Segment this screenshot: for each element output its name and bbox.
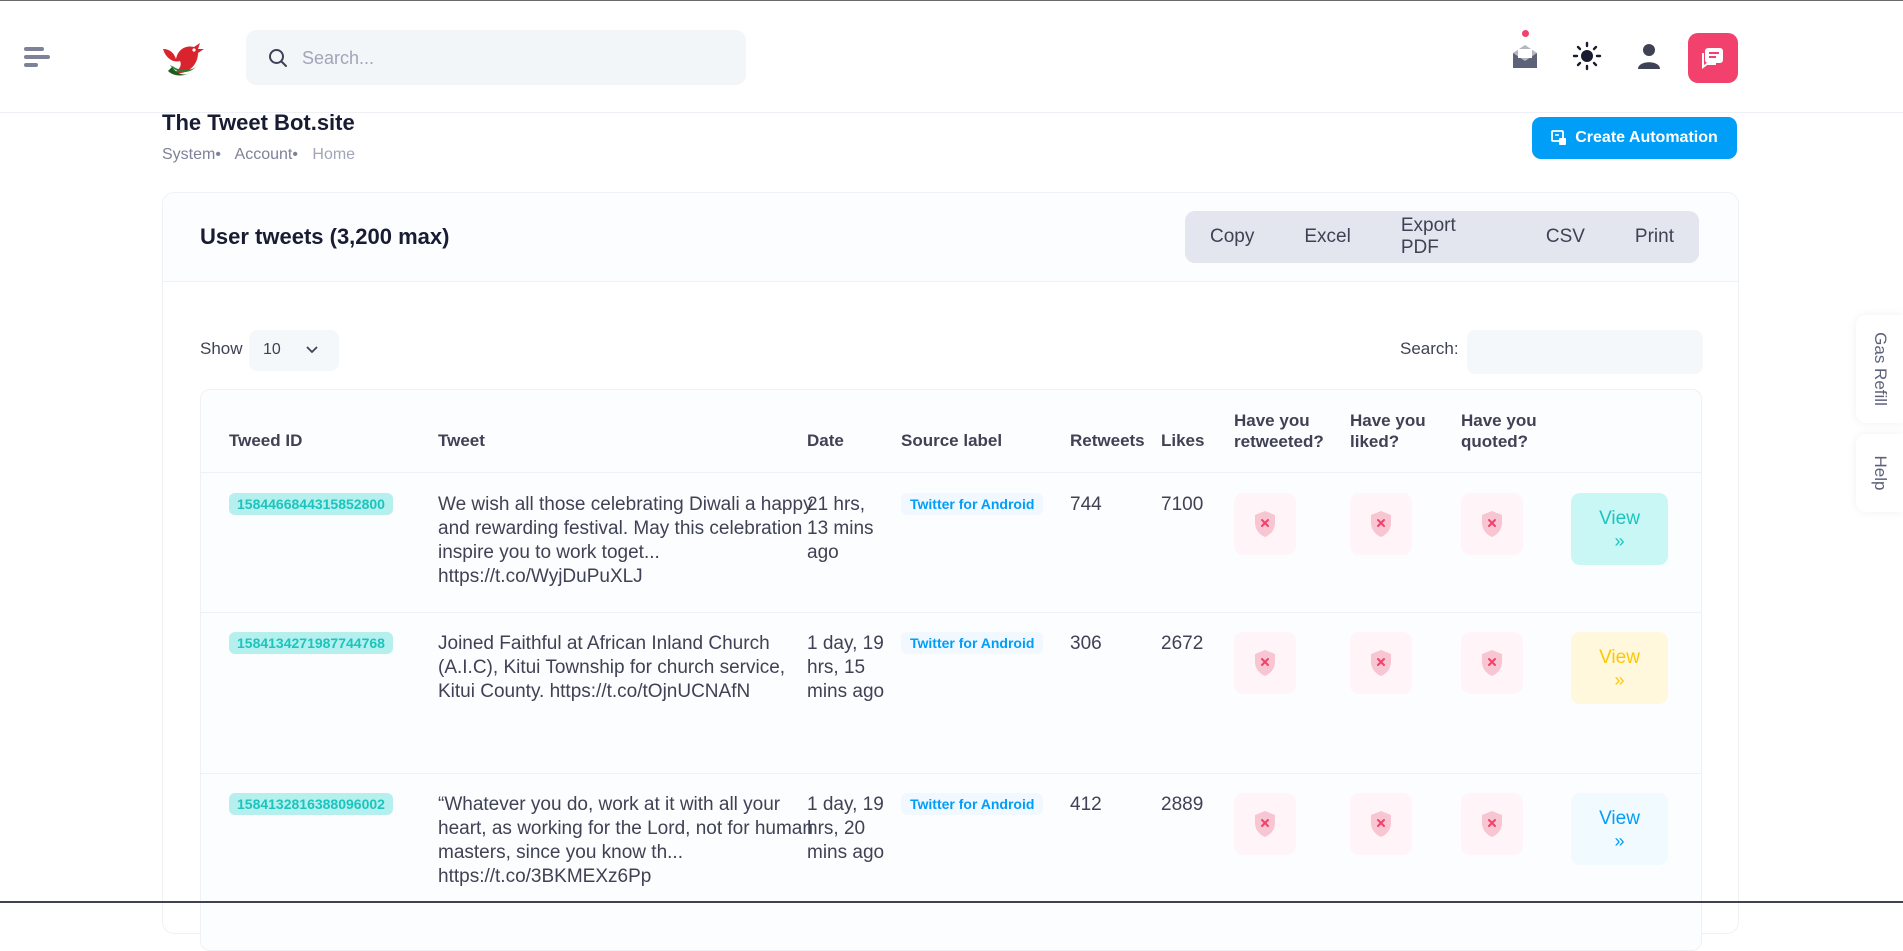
like-count: 7100 — [1161, 494, 1204, 515]
help-tab[interactable]: Help — [1856, 434, 1903, 512]
tweet-text: We wish all those celebrating Diwali a h… — [438, 494, 813, 587]
global-search[interactable] — [246, 30, 746, 87]
source-badge: Twitter for Android — [901, 632, 1044, 654]
menu-icon[interactable] — [24, 47, 50, 69]
column-header-retweets[interactable]: Retweets — [1070, 430, 1145, 451]
tweet-date: 1 day, 19 hrs, 15 mins ago — [807, 633, 885, 702]
table-row: 1584132816388096002 “Whatever you do, wo… — [201, 773, 1701, 950]
excel-button[interactable]: Excel — [1279, 226, 1375, 248]
like-count: 2672 — [1161, 633, 1204, 654]
double-chevron-right-icon: » — [1614, 531, 1625, 551]
csv-button[interactable]: CSV — [1521, 226, 1610, 248]
double-chevron-right-icon: » — [1614, 831, 1625, 851]
page-length-select[interactable]: 10 — [249, 330, 339, 371]
retweet-count: 306 — [1070, 633, 1102, 654]
not-quoted-shield-icon — [1461, 793, 1523, 855]
tweet-date: 21 hrs, 13 mins ago — [807, 494, 874, 563]
tweet-id-badge: 1584134271987744768 — [229, 632, 393, 654]
column-header-id[interactable]: Tweed ID — [229, 430, 302, 451]
tweet-date: 1 day, 19 hrs, 20 mins ago — [807, 794, 885, 863]
top-header — [0, 0, 1903, 113]
retweet-count: 412 — [1070, 794, 1102, 815]
copy-button[interactable]: Copy — [1185, 226, 1279, 248]
not-retweeted-shield-icon — [1234, 632, 1296, 694]
chat-icon — [1702, 48, 1723, 69]
not-liked-shield-icon — [1350, 632, 1412, 694]
page-length-value: 10 — [263, 341, 281, 358]
breadcrumb-system[interactable]: System• — [162, 146, 221, 163]
like-count: 2889 — [1161, 794, 1204, 815]
chat-button[interactable] — [1688, 33, 1738, 83]
breadcrumb-home: Home — [312, 146, 356, 163]
table-search-input[interactable] — [1467, 330, 1703, 374]
not-quoted-shield-icon — [1461, 632, 1523, 694]
view-button[interactable]: View » — [1571, 632, 1668, 704]
table-search-label: Search: — [1400, 339, 1459, 358]
tweets-card: User tweets (3,200 max) Copy Excel Expor… — [162, 192, 1739, 951]
create-automation-label: Create Automation — [1575, 129, 1718, 146]
column-header-liked[interactable]: Have you liked? — [1350, 410, 1440, 452]
breadcrumb: System• Account• Home — [162, 146, 365, 164]
column-header-source[interactable]: Source label — [901, 430, 1002, 451]
column-header-tweet[interactable]: Tweet — [438, 430, 485, 451]
global-search-input[interactable] — [300, 30, 724, 87]
not-liked-shield-icon — [1350, 793, 1412, 855]
source-badge: Twitter for Android — [901, 493, 1044, 515]
column-header-likes[interactable]: Likes — [1161, 430, 1204, 451]
print-button[interactable]: Print — [1610, 226, 1699, 248]
not-liked-shield-icon — [1350, 493, 1412, 555]
create-automation-button[interactable]: Create Automation — [1532, 117, 1737, 159]
envelope-icon[interactable] — [1508, 39, 1542, 73]
source-badge: Twitter for Android — [901, 793, 1044, 815]
column-header-date[interactable]: Date — [807, 430, 844, 451]
view-label: View — [1599, 647, 1640, 668]
table-row: 1584466844315852800 We wish all those ce… — [201, 473, 1701, 613]
view-label: View — [1599, 508, 1640, 529]
user-icon[interactable] — [1632, 39, 1666, 73]
automation-icon — [1551, 130, 1567, 145]
help-label: Help — [1870, 455, 1890, 491]
view-label: View — [1599, 808, 1640, 829]
card-header: User tweets (3,200 max) Copy Excel Expor… — [163, 193, 1738, 282]
sun-icon[interactable] — [1570, 39, 1604, 73]
show-label: Show — [200, 339, 243, 358]
chevron-down-icon — [306, 346, 318, 354]
column-header-retweeted[interactable]: Have you retweeted? — [1234, 410, 1344, 452]
gas-refill-tab[interactable]: Gas Refill — [1856, 315, 1903, 423]
tweet-text: “Whatever you do, work at it with all yo… — [438, 794, 813, 887]
retweet-count: 744 — [1070, 494, 1102, 515]
bird-logo[interactable] — [160, 37, 206, 77]
tweets-table: Tweed ID Tweet Date Source label Retweet… — [200, 389, 1702, 951]
not-quoted-shield-icon — [1461, 493, 1523, 555]
export-buttons: Copy Excel Export PDF CSV Print — [1185, 211, 1699, 263]
search-icon — [269, 49, 287, 67]
gas-refill-label: Gas Refill — [1870, 332, 1890, 406]
tweet-text: Joined Faithful at African Inland Church… — [438, 633, 786, 702]
card-title: User tweets (3,200 max) — [200, 224, 450, 249]
column-header-quoted[interactable]: Have you quoted? — [1461, 410, 1551, 452]
not-retweeted-shield-icon — [1234, 493, 1296, 555]
view-button[interactable]: View » — [1571, 793, 1668, 865]
breadcrumb-account[interactable]: Account• — [235, 146, 298, 163]
export-pdf-button[interactable]: Export PDF — [1376, 215, 1521, 259]
tweet-id-badge: 1584132816388096002 — [229, 793, 393, 815]
notification-dot — [1522, 30, 1529, 37]
view-button[interactable]: View » — [1571, 493, 1668, 565]
double-chevron-right-icon: » — [1614, 670, 1625, 690]
tweet-id-badge: 1584466844315852800 — [229, 493, 393, 515]
page-title: The Tweet Bot.site — [162, 110, 355, 135]
not-retweeted-shield-icon — [1234, 793, 1296, 855]
table-row: 1584134271987744768 Joined Faithful at A… — [201, 612, 1701, 774]
